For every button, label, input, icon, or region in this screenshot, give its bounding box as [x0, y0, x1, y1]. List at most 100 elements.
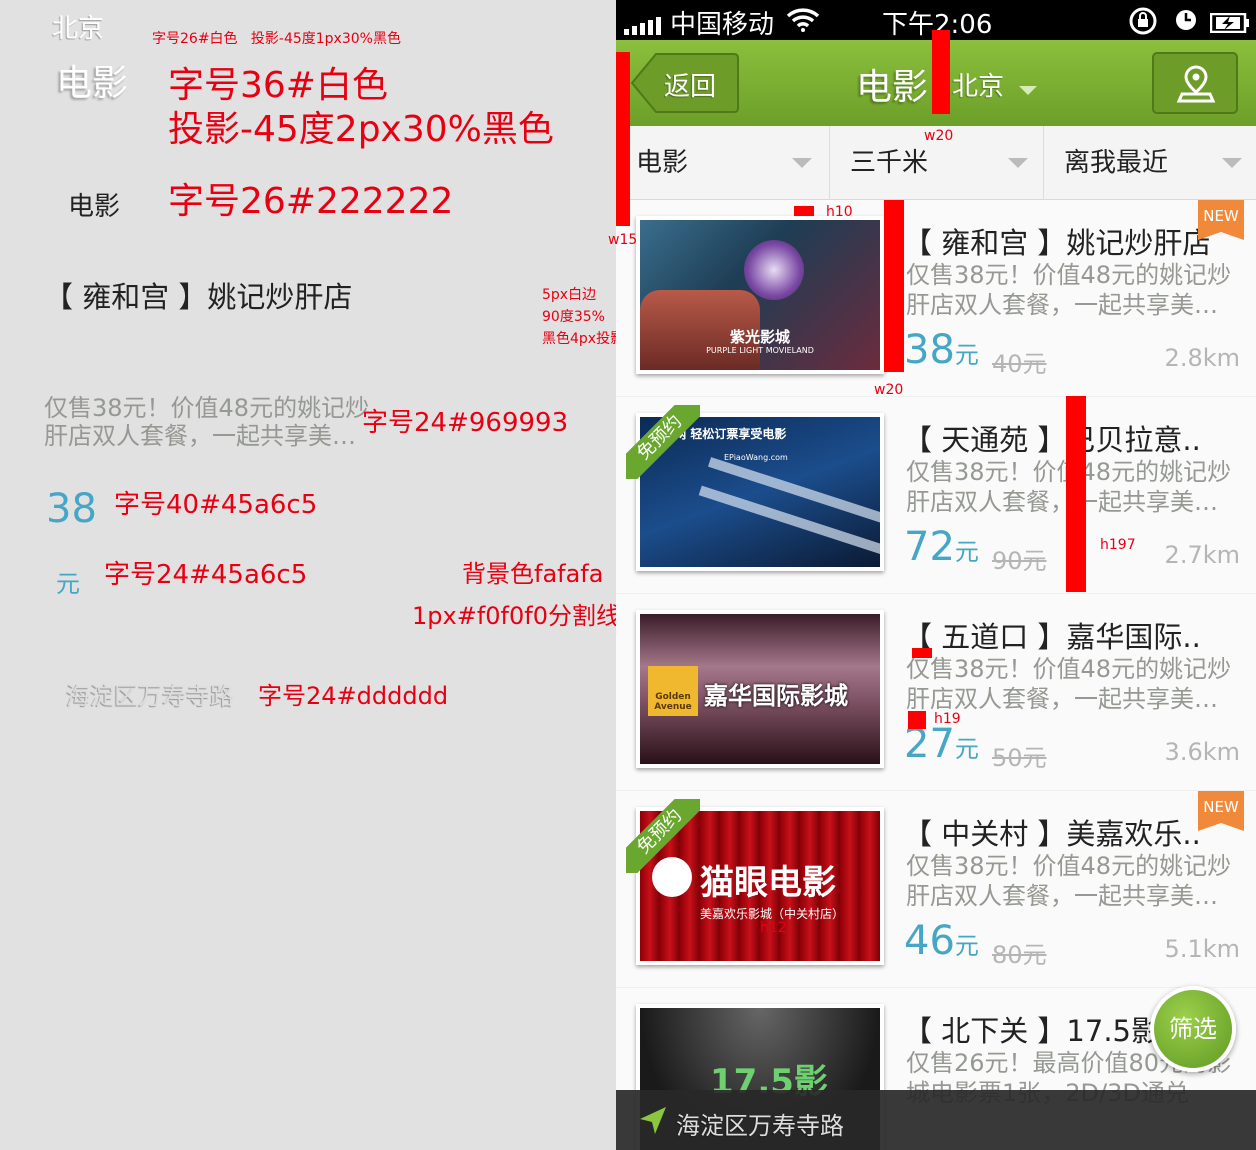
address-sample: 海淀区万寿寺路: [66, 682, 234, 710]
original-price: 80元: [992, 941, 1047, 969]
original-price: 90元: [992, 547, 1047, 575]
list-item[interactable]: E票网 轻松订票享受电影 EPiaoWang.com 免预约 【 天通苑 】巴贝…: [616, 397, 1256, 594]
carrier-label: 中国移动: [670, 10, 775, 40]
free-reservation-tag: 免预约: [626, 799, 700, 873]
navigation-arrow-icon: [640, 1107, 666, 1134]
list-item[interactable]: Golden Avenue 嘉华国际影城 【 五道口 】嘉华国际.. 仅售38元…: [616, 594, 1256, 791]
item-desc: 仅售38元！价值48元的姚记炒肝店双人套餐，一起共享美…: [906, 852, 1232, 910]
distance: 5.1km: [1164, 935, 1240, 963]
item-title: 【 天通苑 】巴贝拉意..: [903, 423, 1201, 457]
title-spec-line2: 投影-45度2px30%黑色: [168, 109, 554, 150]
item-title: 【 雍和宫 】姚记炒肝店: [903, 226, 1212, 260]
desc-spec: 字号24#969993: [362, 408, 569, 438]
city-sample: 北京: [52, 14, 105, 44]
filter-spec: 字号26#222222: [168, 181, 454, 222]
cinema-thumbnail: 紫光影城 PURPLE LIGHT MOVIELAND: [636, 216, 884, 374]
title-sample: 电影: [56, 63, 129, 104]
cinema-logo-text: 嘉华国际影城: [704, 682, 848, 710]
desc-sample-2: 肝店双人套餐，一起共享美…: [44, 422, 356, 450]
cinema-thumbnail: Golden Avenue 嘉华国际影城: [636, 610, 884, 768]
measure-label-w15: w15: [608, 232, 638, 248]
list-item[interactable]: 紫光影城 PURPLE LIGHT MOVIELAND 【 雍和宫 】姚记炒肝店…: [616, 200, 1256, 397]
measure-label-h197: h197: [1100, 537, 1136, 553]
bg-spec: 背景色fafafa: [462, 560, 604, 588]
price-value: 38: [904, 327, 955, 373]
filter-button-label: 筛选: [1169, 1015, 1217, 1043]
thumb-spec-1: 5px白边: [542, 287, 597, 303]
back-button[interactable]: 返回: [630, 52, 740, 114]
yuan-spec: 字号24#45a6c5: [104, 560, 308, 590]
thumb-spec-3: 黑色4px投影: [542, 331, 625, 347]
address-spec: 字号24#dddddd: [258, 682, 449, 710]
filter-sort-label: 离我最近: [1064, 148, 1169, 178]
item-price: 72元: [904, 525, 979, 574]
divider-spec: 1px#f0f0f0分割线: [412, 602, 620, 630]
chevron-down-icon: [792, 158, 812, 168]
cinema-logo-sub: EPiaoWang.com: [724, 453, 788, 462]
wifi-icon: [786, 8, 820, 39]
measure-bar-thumb-w20: [884, 200, 904, 372]
measure-bar-h197: [1066, 396, 1086, 592]
thumb-spec-2: 90度35%: [542, 309, 605, 325]
item-title-sample: 【 雍和宫 】姚记炒肝店: [44, 280, 353, 314]
distance: 2.7km: [1164, 541, 1240, 569]
price-value: 46: [904, 918, 955, 964]
spec-panel: 北京 字号26#白色 投影-45度1px30%黑色 电影 字号36#白色 投影-…: [0, 0, 624, 1150]
filter-sort[interactable]: 离我最近: [1044, 126, 1256, 200]
cinema-logo-text: 猫眼电影: [700, 863, 836, 903]
cinema-logo-text: 紫光影城: [729, 328, 790, 346]
measure-label-nav-w20: w20: [924, 128, 954, 144]
measure-bar-w15: [616, 52, 630, 226]
measure-label-h12: h12: [760, 920, 787, 936]
measure-label-h19: h19: [934, 711, 961, 727]
page-title: 电影: [856, 67, 929, 108]
battery-icon: [1209, 10, 1250, 40]
alarm-icon: [1174, 8, 1198, 39]
phone-screen: 中国移动 下午2:06 返回 电影 北京 电影 三千米 离我最近 紫光影城 PU…: [616, 0, 1256, 1150]
measure-bar-h10: [794, 206, 814, 216]
list-item[interactable]: 猫眼电影 美嘉欢乐影城（中关村店） 免预约 【 中关村 】美嘉欢乐.. 仅售38…: [616, 791, 1256, 988]
signal-icon: [624, 12, 664, 42]
item-desc: 仅售38元！价值48元的姚记炒肝店双人套餐，一起共享美…: [906, 261, 1232, 319]
city-selector[interactable]: 北京: [952, 66, 1038, 102]
filter-distance-label: 三千米: [850, 148, 929, 178]
city-spec: 字号26#白色 投影-45度1px30%黑色: [152, 31, 401, 47]
filter-sample: 电影: [68, 192, 121, 222]
original-price: 50元: [992, 744, 1047, 772]
city-label: 北京: [952, 72, 1005, 102]
item-title: 【 五道口 】嘉华国际..: [903, 620, 1201, 654]
location-button[interactable]: [1152, 52, 1238, 114]
filter-button[interactable]: 筛选: [1150, 986, 1236, 1072]
price-unit: 元: [954, 538, 979, 566]
price-value: 72: [904, 524, 955, 570]
measure-bar-h19: [908, 711, 926, 729]
filter-category-label: 电影: [636, 148, 689, 178]
yuan-sample: 元: [56, 570, 80, 598]
price-unit: 元: [954, 932, 979, 960]
original-price: 40元: [992, 350, 1047, 378]
price-unit: 元: [954, 735, 979, 763]
free-reservation-tag: 免预约: [626, 405, 700, 479]
price-unit: 元: [954, 341, 979, 369]
chevron-down-icon: [1008, 158, 1028, 168]
item-price: 46元: [904, 919, 979, 968]
measure-label-thumb-w20: w20: [874, 382, 904, 398]
item-price: 38元: [904, 328, 979, 377]
filter-category[interactable]: 电影: [616, 126, 828, 200]
current-address: 海淀区万寿寺路: [676, 1112, 844, 1140]
price-sample: 38: [46, 486, 97, 532]
distance: 2.8km: [1164, 344, 1240, 372]
cinema-logo-sub: PURPLE LIGHT MOVIELAND: [706, 346, 814, 355]
item-title: 【 北下关 】17.5影城: [903, 1014, 1190, 1048]
measure-bar-title-gap: [912, 648, 932, 658]
item-desc: 仅售38元！价值48元的姚记炒肝店双人套餐，一起共享美…: [906, 655, 1232, 713]
measure-label-h10: h10: [826, 204, 853, 220]
price-spec: 字号40#45a6c5: [114, 490, 318, 520]
current-location-bar[interactable]: 海淀区万寿寺路: [616, 1090, 1256, 1150]
item-title: 【 中关村 】美嘉欢乐..: [903, 817, 1201, 851]
cinema-logo-sub: Golden Avenue: [654, 692, 692, 712]
measure-bar-nav-w20: [932, 30, 950, 114]
rotation-lock-icon: [1128, 6, 1158, 43]
map-pin-icon: [1176, 65, 1216, 103]
chevron-down-icon: [1019, 86, 1038, 95]
